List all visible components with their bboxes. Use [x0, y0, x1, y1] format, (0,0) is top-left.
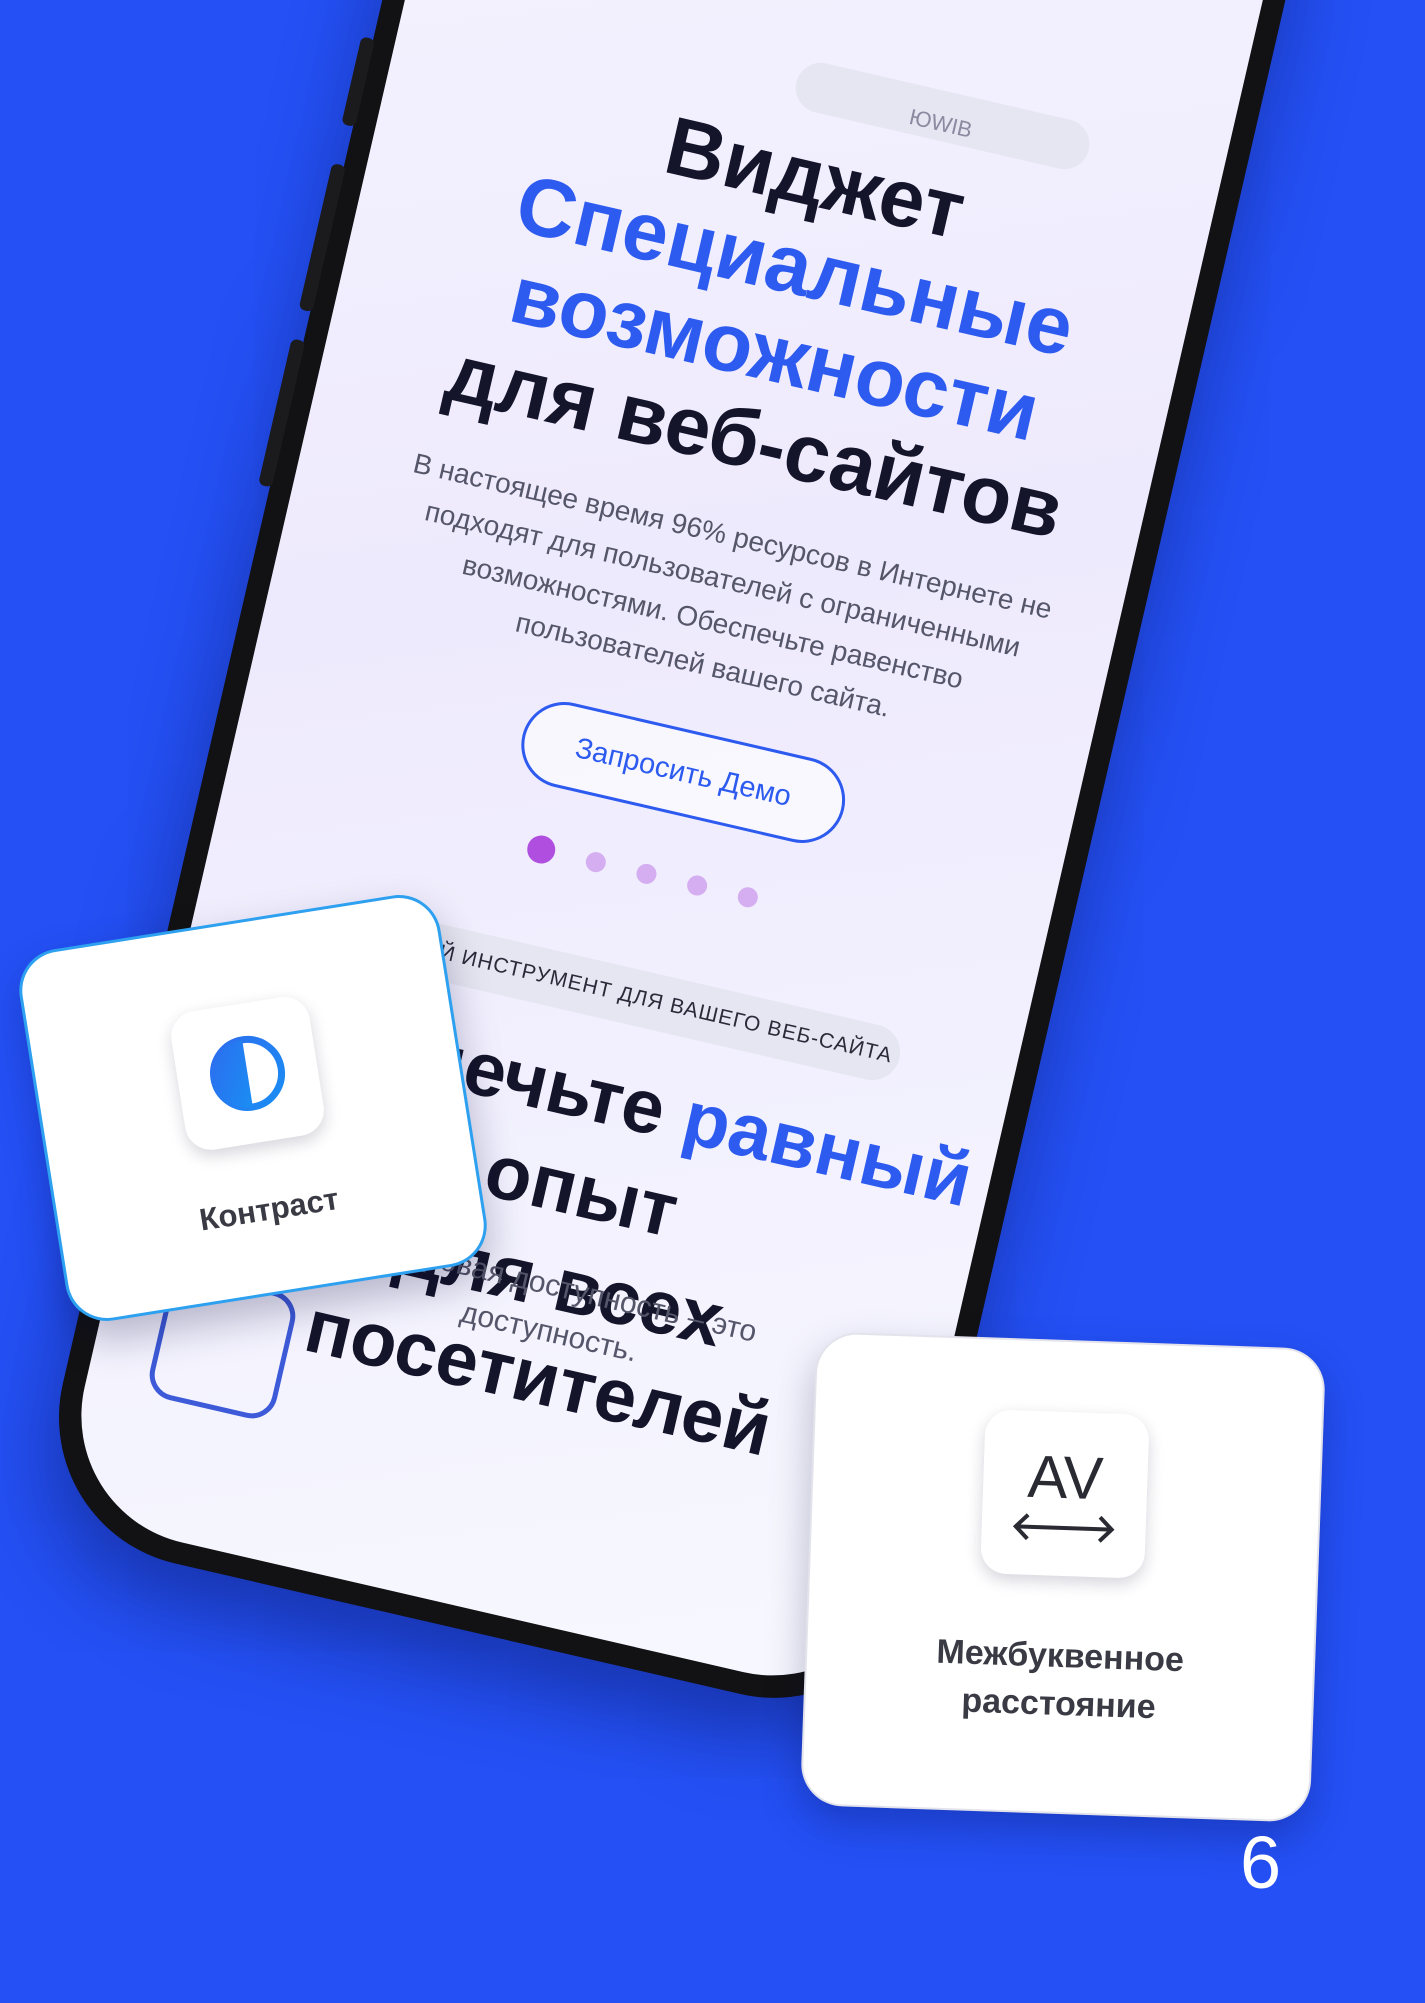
- letter-spacing-card[interactable]: AV Межбуквенное расстояние: [799, 1331, 1327, 1823]
- letter-spacing-icon-tile: AV: [980, 1409, 1150, 1579]
- section-title-highlight: равный: [675, 1074, 980, 1224]
- contrast-label: Контраст: [196, 1180, 342, 1238]
- letter-spacing-label: Межбуквенное расстояние: [805, 1623, 1314, 1737]
- carousel-dot-2[interactable]: [583, 850, 608, 875]
- request-demo-button[interactable]: Запросить Демо: [512, 693, 854, 852]
- letter-spacing-icon: AV: [1012, 1443, 1115, 1543]
- carousel-dot-4[interactable]: [685, 873, 710, 898]
- carousel-dot-3[interactable]: [634, 861, 659, 886]
- phone-side-button: [341, 36, 376, 128]
- carousel-dot-5[interactable]: [735, 885, 760, 910]
- contrast-icon-tile: [167, 993, 328, 1154]
- carousel-dots: [524, 832, 784, 920]
- letter-spacing-icon-text: AV: [1027, 1443, 1105, 1513]
- contrast-icon: [210, 1035, 286, 1111]
- contrast-card[interactable]: Контраст: [13, 888, 493, 1328]
- page-number: 6: [1240, 1821, 1282, 1904]
- carousel-dot-1[interactable]: [524, 832, 559, 867]
